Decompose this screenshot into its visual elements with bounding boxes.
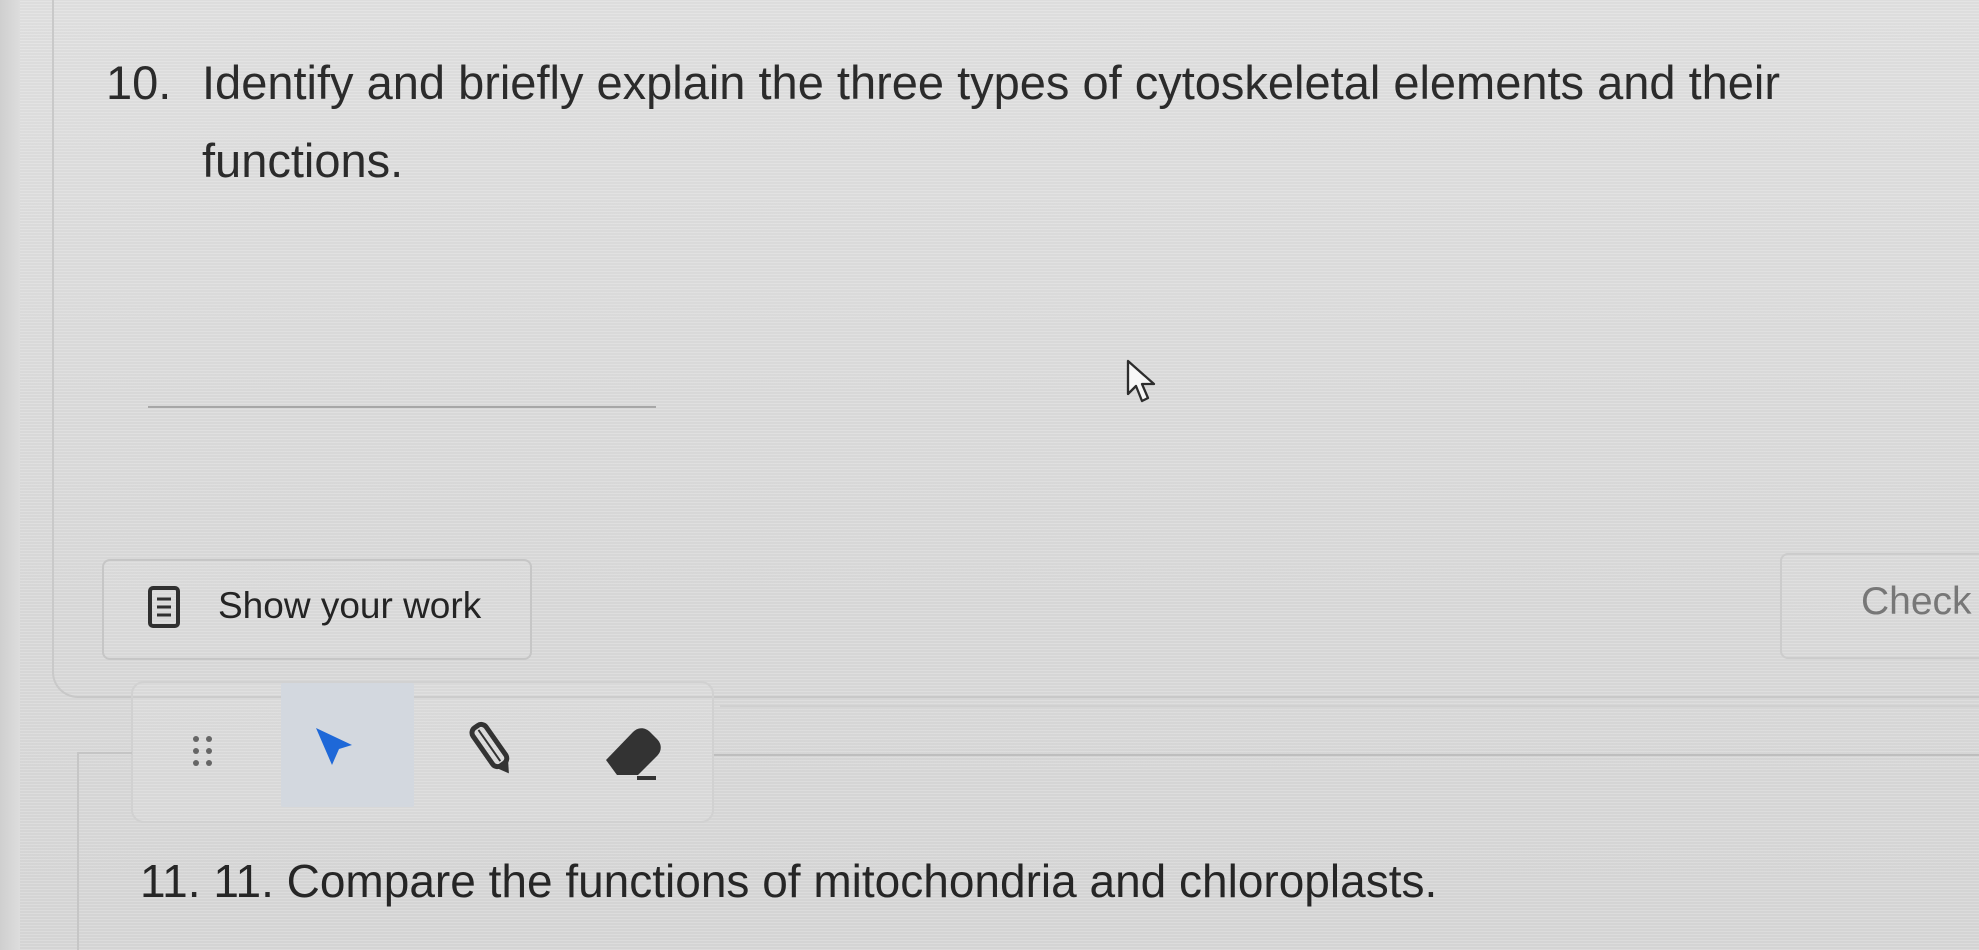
- question-number: 10.: [106, 56, 172, 109]
- drawing-toolbar: [131, 681, 714, 823]
- show-work-label: Show your work: [218, 585, 482, 626]
- mouse-cursor-icon: [1126, 359, 1156, 403]
- pointer-arrow-icon: [316, 728, 352, 765]
- question-text: Identify and briefly explain the three t…: [202, 56, 1781, 188]
- check-label: Check: [1861, 580, 1972, 623]
- pen-icon[interactable]: [457, 716, 527, 786]
- question-10: 10. Identify and briefly explain the thr…: [106, 44, 1866, 201]
- eraser-icon[interactable]: [590, 714, 670, 789]
- section-divider: [720, 705, 1979, 707]
- left-scroll-edge: [0, 0, 20, 950]
- drag-handle-icon[interactable]: [189, 731, 219, 777]
- check-button[interactable]: Check: [1780, 553, 1979, 659]
- lower-card-top-border-left: [78, 752, 132, 754]
- show-work-button[interactable]: Show your work: [102, 559, 532, 660]
- lower-card-left-border: [77, 752, 79, 950]
- document-icon: [148, 586, 180, 628]
- question-11: 11. 11. Compare the functions of mitocho…: [140, 855, 1438, 907]
- pointer-tool-button[interactable]: [281, 683, 414, 807]
- lower-card-top-border-right: [714, 754, 1979, 756]
- answer-underline: [148, 406, 656, 408]
